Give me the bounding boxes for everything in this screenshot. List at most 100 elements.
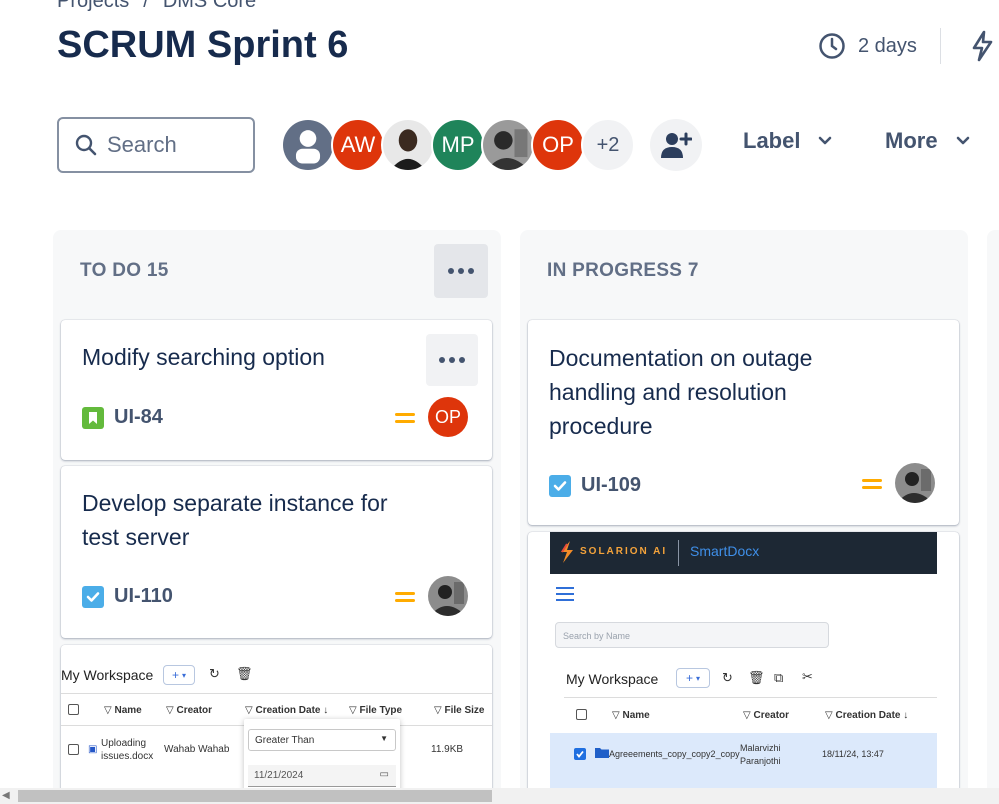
sprint-time-remaining[interactable]: 2 days <box>818 32 917 60</box>
story-icon <box>82 406 104 429</box>
automation-button[interactable] <box>970 30 994 67</box>
docx-file-icon: ▣ <box>88 744 98 755</box>
filter-operator-select: Greater Than ▼ <box>248 729 396 751</box>
issue-card-ui-109[interactable]: Documentation on outage handling and res… <box>528 320 959 525</box>
select-all-checkbox <box>576 709 587 720</box>
folder-creator: Malarvizhi Paranjothi <box>740 743 781 766</box>
card-title: Documentation on outage handling and res… <box>549 345 813 439</box>
avatar-op[interactable]: OP <box>531 118 585 172</box>
calendar-icon: ▭ <box>379 769 389 780</box>
filter-icon: ▽ <box>349 705 360 716</box>
avatar-photo[interactable] <box>481 118 535 172</box>
select-all-checkbox <box>68 704 79 715</box>
header-divider <box>940 28 941 64</box>
card-more-actions-button[interactable] <box>426 334 478 386</box>
product-name: SmartDocx <box>690 543 760 559</box>
column-header-file-size: ▽ File Size <box>434 705 485 716</box>
workspace-title: My Workspace <box>566 671 659 687</box>
divider <box>564 697 937 698</box>
issue-key[interactable]: UI-109 <box>549 474 641 497</box>
divider <box>61 693 492 694</box>
horizontal-scrollbar-thumb[interactable] <box>18 790 492 802</box>
label-filter-dropdown[interactable]: Label <box>743 128 832 154</box>
assignee-avatar[interactable] <box>895 463 935 503</box>
attachment-preview-card[interactable]: My Workspace + ▾ ↻ 🗑 ▽ Name ▽ Creator ▽ C… <box>61 645 492 804</box>
user-photo-icon <box>483 120 533 170</box>
copy-icon: ⧉ <box>774 670 784 685</box>
workspace-screenshot: My Workspace + ▾ ↻ 🗑 ▽ Name ▽ Creator ▽ C… <box>61 645 492 804</box>
search-icon <box>75 134 97 156</box>
column-edge <box>987 230 999 804</box>
filter-icon: ▽ <box>743 710 754 721</box>
caret-down-icon: ▼ <box>380 734 388 743</box>
user-photo-icon <box>383 120 433 170</box>
chevron-down-icon <box>956 136 969 145</box>
more-icon <box>439 357 465 363</box>
smartdocx-screenshot: SOLARION AI SmartDocx Search by Name My … <box>550 532 937 792</box>
more-filters-dropdown[interactable]: More <box>885 128 970 154</box>
issue-card-ui-110[interactable]: Develop separate instance for test serve… <box>61 466 492 638</box>
task-icon <box>82 585 104 608</box>
scissors-icon: ✂ <box>802 669 813 684</box>
refresh-icon: ↻ <box>722 670 733 685</box>
search-box[interactable] <box>57 117 255 173</box>
column-header-creator: ▽ Creator <box>743 710 790 721</box>
scroll-left-arrow-icon[interactable]: ◀ <box>2 790 10 801</box>
file-size: 11.9KB <box>431 744 464 755</box>
chevron-down-icon: ▾ <box>696 673 701 683</box>
header-divider <box>678 540 679 566</box>
avatar-overflow-count[interactable]: +2 <box>581 118 635 172</box>
checkmark-icon <box>576 750 584 758</box>
column-header-name: ▽ Name <box>104 705 142 716</box>
issue-key[interactable]: UI-110 <box>82 585 173 608</box>
folder-date: 18/11/24, 13:47 <box>822 749 884 759</box>
priority-medium-icon <box>395 411 415 425</box>
breadcrumb-project[interactable]: DMS Core <box>163 0 256 12</box>
avatar-default[interactable] <box>281 118 335 172</box>
avatar-mp[interactable]: MP <box>431 118 485 172</box>
row-checkbox <box>68 744 79 755</box>
breadcrumb-projects[interactable]: Projects <box>57 0 129 12</box>
issue-card-ui-84[interactable]: Modify searching option UI-84 OP <box>61 320 492 460</box>
priority-medium-icon <box>862 477 882 491</box>
page-title: SCRUM Sprint 6 <box>57 24 349 66</box>
app-header-bar: SOLARION AI SmartDocx <box>550 532 937 574</box>
breadcrumb: Projects / DMS Core <box>57 0 256 13</box>
user-photo-icon <box>895 463 935 503</box>
add-people-button[interactable] <box>650 119 702 171</box>
priority-medium-icon <box>395 590 415 604</box>
filter-icon: ▽ <box>825 710 836 721</box>
column-title: TO DO 15 <box>80 260 169 281</box>
assignee-avatar[interactable] <box>428 576 468 616</box>
column-todo: TO DO 15 Modify searching option UI-84 O… <box>53 230 501 804</box>
solarion-logo-icon <box>561 541 573 563</box>
column-header-creation-date: ▽ Creation Date ↓ <box>245 705 329 716</box>
breadcrumb-separator: / <box>143 0 149 12</box>
column-more-actions-button[interactable] <box>434 244 488 298</box>
card-title: Develop separate instance for test serve… <box>82 490 388 550</box>
trash-icon: 🗑 <box>748 670 765 685</box>
arrow-down-icon: ↓ <box>320 705 329 716</box>
search-input[interactable] <box>107 132 247 158</box>
avatar-photo[interactable] <box>381 118 435 172</box>
user-silhouette-icon <box>283 120 333 170</box>
avatar-aw[interactable]: AW <box>331 118 385 172</box>
assignee-avatar[interactable]: OP <box>428 397 468 437</box>
column-header-creator: ▽ Creator <box>166 705 213 716</box>
task-icon <box>549 474 571 497</box>
issue-key[interactable]: UI-84 <box>82 406 163 429</box>
filter-icon: ▽ <box>104 705 115 716</box>
search-by-name-field: Search by Name <box>555 622 829 648</box>
add-button: + ▾ <box>163 665 195 685</box>
selected-table-row: Agreeements_copy_copy2_copy Malarvizhi P… <box>550 733 937 789</box>
filter-icon: ▽ <box>245 705 256 716</box>
attachment-preview-card[interactable]: SOLARION AI SmartDocx Search by Name My … <box>528 532 959 804</box>
file-creator: Wahab Wahab <box>164 744 230 755</box>
more-icon <box>448 268 474 274</box>
column-header-name: ▽ Name <box>612 710 650 721</box>
column-header-file-type: ▽ File Type <box>349 705 403 716</box>
chevron-down-icon <box>819 136 832 145</box>
trash-icon: 🗑 <box>236 666 253 681</box>
lightning-bolt-icon <box>972 30 993 62</box>
row-checkbox-checked <box>574 748 586 760</box>
